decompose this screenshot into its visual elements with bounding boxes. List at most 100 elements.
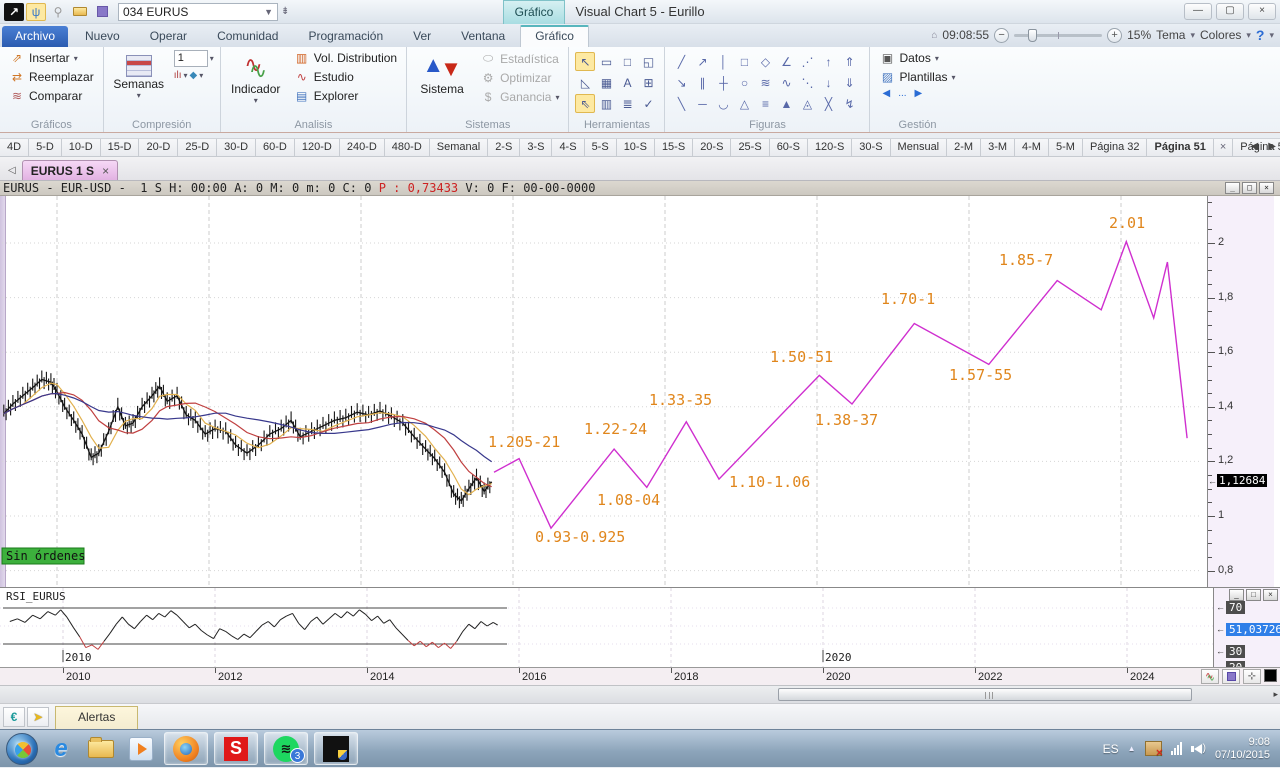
timeframe-tab-240-d[interactable]: 240-D <box>340 139 385 156</box>
cross-x-figure-icon[interactable]: ╳ <box>818 94 838 113</box>
hruler-tool-icon[interactable]: ▦ <box>596 73 616 92</box>
taskbar-clock[interactable]: 9:08 07/10/2015 <box>1215 736 1274 762</box>
semanas-button[interactable]: Semanas ▾ <box>110 50 168 118</box>
close-icon[interactable]: × <box>1214 139 1233 156</box>
window-tool-icon[interactable]: ⊞ <box>638 73 658 92</box>
timeframe-tab-semanal[interactable]: Semanal <box>430 139 488 156</box>
close-button[interactable]: × <box>1248 3 1276 20</box>
select-pointer-tool-icon[interactable]: ⇖ <box>575 94 595 113</box>
timeframe-tab-60-s[interactable]: 60-S <box>770 139 808 156</box>
file-explorer-icon[interactable] <box>84 733 118 765</box>
internet-explorer-icon[interactable]: e <box>44 733 78 765</box>
spotify-taskbar-button[interactable]: ≋ 3 <box>264 732 308 765</box>
timeframe-tab-4d[interactable]: 4D <box>0 139 29 156</box>
ganancia-button[interactable]: $Ganancia▾ <box>477 89 562 105</box>
s-app-taskbar-button[interactable]: S <box>214 732 258 765</box>
colors-menu[interactable]: Colores <box>1200 28 1241 42</box>
open-folder-icon[interactable] <box>70 3 90 21</box>
time-axis[interactable]: ∿∿ ⊹ 20102012201420162018202020222024 <box>0 667 1280 685</box>
plantillas-button[interactable]: ▨Plantillas▾ <box>876 69 958 85</box>
menu-tab-comunidad[interactable]: Comunidad <box>202 26 293 47</box>
rsi-maximize-button[interactable]: □ <box>1246 589 1261 601</box>
explorer-button[interactable]: ▤Explorer <box>291 88 400 104</box>
timeframe-tab-mensual[interactable]: Mensual <box>891 139 948 156</box>
menu-tab-operar[interactable]: Operar <box>135 26 202 47</box>
timeframe-tab-15-d[interactable]: 15-D <box>101 139 140 156</box>
price-chart-canvas[interactable]: 1.205-210.93-0.9251.22-241.08-041.33-351… <box>0 196 1207 587</box>
horizontal-line-icon[interactable]: ─ <box>692 94 712 113</box>
fib-arrow-down-icon[interactable]: ⇓ <box>839 73 859 92</box>
timeframe-tab-25-d[interactable]: 25-D <box>178 139 217 156</box>
pan-tool-icon[interactable]: ◱ <box>638 52 658 71</box>
zoom-box-tool-icon[interactable]: □ <box>617 52 637 71</box>
diamond-figure-icon[interactable]: ◇ <box>755 52 775 71</box>
ruler-tool-icon[interactable]: ◺ <box>575 73 595 92</box>
rectangle-figure-icon[interactable]: □ <box>734 52 754 71</box>
estudio-button[interactable]: ∿Estudio <box>291 69 400 85</box>
background-color-swatch[interactable] <box>1264 669 1277 682</box>
sistema-button[interactable]: ▲▼ Sistema <box>413 50 471 118</box>
pin-icon[interactable]: ⊹ <box>1243 669 1261 684</box>
candles-icon[interactable]: ılı <box>174 70 182 81</box>
indicador-button[interactable]: ∿∿ Indicador ▾ <box>227 50 285 118</box>
dotted-trend-icon[interactable]: ⋰ <box>797 52 817 71</box>
compression-value-input[interactable]: 1 <box>174 50 208 67</box>
apply-tool-icon[interactable]: ✓ <box>638 94 658 113</box>
menu-tab-ventana[interactable]: Ventana <box>446 26 520 47</box>
chevron-down-icon[interactable]: ▼ <box>264 7 273 17</box>
ellipse-figure-icon[interactable]: ○ <box>734 73 754 92</box>
timeframe-tab-2-m[interactable]: 2-M <box>947 139 981 156</box>
tray-expand-icon[interactable]: ▲ <box>1128 744 1136 753</box>
gestion-nav-dots[interactable]: ... <box>898 88 906 99</box>
signal-bars-icon[interactable] <box>1171 742 1182 755</box>
timeframe-tab-480-d[interactable]: 480-D <box>385 139 430 156</box>
document-tab-eurus[interactable]: EURUS 1 S × <box>22 160 118 180</box>
trend-line-2-icon[interactable]: ╲ <box>671 94 691 113</box>
pane-close-button[interactable]: × <box>1259 182 1274 194</box>
rsi-pane[interactable]: RSI_EURUS20102020 ←70←51,03726←30←20 _ □… <box>0 587 1280 667</box>
timeframe-tab-25-s[interactable]: 25-S <box>731 139 769 156</box>
chevron-down-icon[interactable]: ▾ <box>199 71 203 80</box>
main-chart-pane[interactable]: 1.205-210.93-0.9251.22-241.08-041.33-351… <box>0 196 1280 587</box>
estadistica-button[interactable]: ⬭Estadística <box>477 50 562 67</box>
timeframe-tab-20-s[interactable]: 20-S <box>693 139 731 156</box>
pitchfork-icon[interactable]: ◬ <box>797 94 817 113</box>
rsi-chart-canvas[interactable]: RSI_EURUS20102020 <box>0 588 1213 668</box>
connection-icon[interactable]: ψ <box>26 3 46 21</box>
solid-triangle-icon[interactable]: ▲ <box>776 94 796 113</box>
timeframe-tab-120-d[interactable]: 120-D <box>295 139 340 156</box>
wave-figure-icon[interactable]: ≋ <box>755 73 775 92</box>
arrow-down-figure-icon[interactable]: ↓ <box>818 73 838 92</box>
chevron-down-icon[interactable]: ▾ <box>210 54 214 63</box>
timeframe-tab-3-m[interactable]: 3-M <box>981 139 1015 156</box>
restore-button[interactable]: ▢ <box>1216 3 1244 20</box>
arrow-line-icon[interactable]: ↗ <box>692 52 712 71</box>
trend-line-icon[interactable]: ╱ <box>671 52 691 71</box>
scrollbar-thumb[interactable] <box>778 688 1192 701</box>
pane-minimize-button[interactable]: _ <box>1225 182 1240 194</box>
timeframe-tab-30-d[interactable]: 30-D <box>217 139 256 156</box>
cross-line-icon[interactable]: ┼ <box>713 73 733 92</box>
rsi-close-button[interactable]: × <box>1263 589 1278 601</box>
language-indicator[interactable]: ES <box>1103 742 1119 756</box>
vol-distribution-button[interactable]: ▥Vol. Distribution <box>291 50 400 66</box>
bolt-figure-icon[interactable]: ↯ <box>839 94 859 113</box>
firefox-taskbar-button[interactable] <box>164 732 208 765</box>
network-error-icon[interactable] <box>1145 741 1162 756</box>
pane-maximize-button[interactable]: □ <box>1242 182 1257 194</box>
timeframe-tab-60-d[interactable]: 60-D <box>256 139 295 156</box>
text-tool-icon[interactable]: A <box>617 73 637 92</box>
timeframe-tab-120-s[interactable]: 120-S <box>808 139 852 156</box>
speaker-icon[interactable]: ) <box>1191 743 1206 754</box>
timeframe-tab-30-s[interactable]: 30-S <box>852 139 890 156</box>
column-tool-icon[interactable]: ▥ <box>596 94 616 113</box>
zoom-out-button[interactable]: − <box>994 28 1009 43</box>
parallel-lines-icon[interactable]: ∥ <box>692 73 712 92</box>
symbol-combobox[interactable]: 034 EURUS ▼ <box>118 3 278 21</box>
menu-tab-archivo[interactable]: Archivo <box>2 26 68 47</box>
vertical-line-icon[interactable]: │ <box>713 52 733 71</box>
timeframe-tab-10-s[interactable]: 10-S <box>617 139 655 156</box>
datos-button[interactable]: ▣Datos▾ <box>876 50 958 66</box>
gestion-nav-left-icon[interactable]: ◀ <box>882 88 890 99</box>
triangle-figure-icon[interactable]: △ <box>734 94 754 113</box>
